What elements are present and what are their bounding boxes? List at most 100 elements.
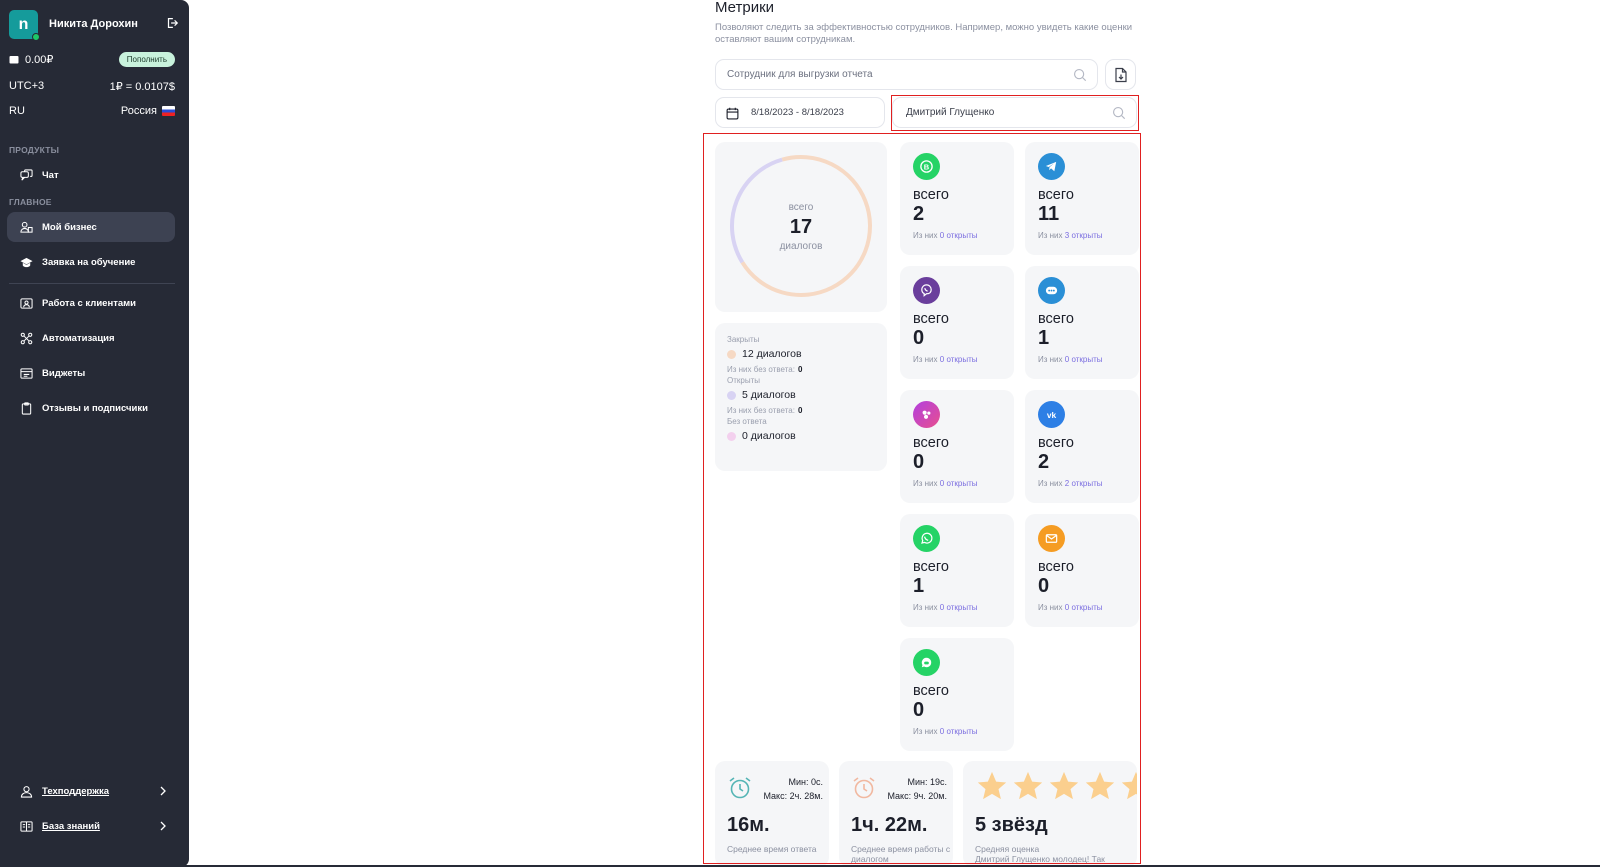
rating-caption: Средняя оценка Дмитрий Глущенко молодец! … <box>975 844 1135 867</box>
avg-dialog-time-card: Мин: 19с. Макс: 9ч. 20м. 1ч. 22м. Среднее… <box>839 761 953 867</box>
svg-text:В: В <box>924 162 930 171</box>
sidebar-item-label: Мой бизнес <box>42 221 97 233</box>
channel-open-link[interactable]: 3 открыты <box>1065 231 1103 240</box>
sidebar-item-reviews[interactable]: Отзывы и подписчики <box>7 393 175 423</box>
legend-closed-value: 12 диалогов <box>742 348 802 360</box>
legend-noreply-caption: Без ответа <box>727 417 767 426</box>
file-download-icon <box>1114 67 1127 82</box>
channel-card[interactable]: vk всего 2 Из них 2 открыты <box>1025 390 1139 503</box>
sidebar-item-support[interactable]: Техподдержка <box>7 776 175 806</box>
stat-min: Мин: 19с. <box>907 777 947 787</box>
channel-card[interactable]: всего 11 Из них 3 открыты <box>1025 142 1139 255</box>
channel-label: всего <box>1038 187 1074 203</box>
note-suffix: открыты <box>946 231 978 240</box>
channel-open-count: 0 <box>1064 355 1070 364</box>
book-icon <box>20 820 33 832</box>
channel-open-link[interactable]: 0 открыты <box>940 355 978 364</box>
language[interactable]: RU <box>9 105 25 117</box>
channel-open-link[interactable]: 0 открыты <box>940 727 978 736</box>
channel-label: всего <box>1038 559 1074 575</box>
employee-report-search-input[interactable]: Сотрудник для выгрузки отчета <box>715 59 1098 90</box>
channel-card[interactable]: всего 0 Из них 0 открыты <box>900 638 1014 751</box>
channel-note: Из них 0 открыты <box>913 355 1001 364</box>
channel-open-link[interactable]: 0 открыты <box>940 231 978 240</box>
sidebar-item-widgets[interactable]: Виджеты <box>7 358 175 388</box>
legend-closed-caption: Закрыты <box>727 335 760 344</box>
search-placeholder: Сотрудник для выгрузки отчета <box>727 69 873 80</box>
date-range-picker[interactable]: 8/18/2023 - 8/18/2023 <box>715 97 885 128</box>
donut-label-top: всего <box>788 202 814 213</box>
note-prefix: Из них <box>1038 603 1063 612</box>
page-title: Метрики <box>715 0 775 16</box>
alarm-clock-icon <box>729 777 751 799</box>
channel-card[interactable]: В всего 2 Из них 0 открыты <box>900 142 1014 255</box>
balance-row: 0.00₽ Пополнить <box>9 51 175 67</box>
main-section-label: ГЛАВНОЕ <box>9 197 52 207</box>
channel-open-link[interactable]: 0 открыты <box>940 479 978 488</box>
legend-open-row: 5 диалогов <box>727 387 875 403</box>
sidebar-item-clients[interactable]: Работа с клиентами <box>7 288 175 318</box>
channel-card[interactable]: всего 1 Из них 0 открыты <box>1025 266 1139 379</box>
employee-search-input[interactable]: Дмитрий Глущенко <box>892 97 1137 128</box>
channel-open-link[interactable]: 0 открыты <box>1065 603 1103 612</box>
dialogs-legend-card: Закрыты 12 диалогов Из них без ответа: 0 … <box>715 323 887 471</box>
note-prefix: Из них <box>1038 355 1063 364</box>
channel-note: Из них 0 открыты <box>913 727 1001 736</box>
rating-caption-text: Средняя оценка <box>975 844 1040 854</box>
employee-value: Дмитрий Глущенко <box>906 107 995 118</box>
donut-total: 17 <box>789 216 813 238</box>
logout-icon[interactable] <box>165 16 179 30</box>
sidebar-item-business[interactable]: Мой бизнес <box>7 212 175 242</box>
channel-card[interactable]: всего 0 Из них 0 открыты <box>1025 514 1139 627</box>
channel-label: всего <box>913 311 949 327</box>
country[interactable]: Россия <box>121 105 157 117</box>
sidebar: n Никита Дорохин 0.00₽ Пополнить UTC+3 1… <box>0 0 189 867</box>
clipboard-icon <box>21 401 32 415</box>
channel-total: 0 <box>1038 575 1050 597</box>
channel-open-link[interactable]: 0 открыты <box>940 603 978 612</box>
widget-window-icon <box>20 367 33 379</box>
channel-card[interactable]: всего 0 Из них 0 открыты <box>900 266 1014 379</box>
channel-note: Из них 0 открыты <box>1038 355 1126 364</box>
calendar-icon <box>726 107 739 120</box>
channel-card[interactable]: всего 0 Из них 0 открыты <box>900 390 1014 503</box>
stat-max: Макс: 2ч. 28м. <box>763 791 823 801</box>
sidebar-item-chat[interactable]: Чат <box>7 160 175 190</box>
stat-value: 16м. <box>727 814 770 836</box>
channel-open-link[interactable]: 0 открыты <box>1065 355 1103 364</box>
channel-card[interactable]: всего 1 Из них 0 открыты <box>900 514 1014 627</box>
stat-min-max: Мин: 0с. Макс: 2ч. 28м. <box>763 775 823 803</box>
timezone[interactable]: UTC+3 <box>9 80 44 92</box>
alarm-clock-icon <box>853 777 875 799</box>
viber-icon <box>913 277 940 304</box>
stat-value: 1ч. 22м. <box>851 814 928 836</box>
note-suffix: открыты <box>1071 231 1103 240</box>
channel-open-count: 0 <box>1064 603 1070 612</box>
sidebar-item-label: Заявка на обучение <box>42 256 136 268</box>
sidebar-item-label: База знаний <box>42 820 100 832</box>
channel-total: 0 <box>913 451 925 473</box>
channel-open-link[interactable]: 2 открыты <box>1065 479 1103 488</box>
channel-total: 0 <box>913 327 925 349</box>
automation-icon <box>20 332 33 344</box>
chevron-right-icon <box>160 786 166 796</box>
page-subtitle: Позволяют следить за эффективностью сотр… <box>715 22 1133 45</box>
star-icon <box>1085 771 1115 800</box>
sidebar-item-knowledge[interactable]: База знаний <box>7 811 175 841</box>
sidebar-item-training[interactable]: Заявка на обучение <box>7 247 175 277</box>
note-prefix: Из них <box>913 727 938 736</box>
channel-note: Из них 0 открыты <box>913 231 1001 240</box>
export-report-button[interactable] <box>1105 59 1136 90</box>
legend-closed-note: Из них без ответа: 0 <box>727 362 875 376</box>
note-prefix: Из них <box>913 479 938 488</box>
russia-flag-icon <box>162 106 175 116</box>
avatar[interactable]: n <box>9 10 40 41</box>
legend-closed-row: 12 диалогов <box>727 346 875 362</box>
online-status-dot <box>32 33 40 41</box>
stat-min: Мин: 0с. <box>788 777 823 787</box>
channel-open-count: 3 <box>1064 231 1070 240</box>
avg-rating-card: 5 звёзд Средняя оценка Дмитрий Глущенко м… <box>963 761 1137 867</box>
sidebar-item-label: Техподдержка <box>42 785 109 797</box>
topup-button[interactable]: Пополнить <box>118 51 175 67</box>
sidebar-item-automation[interactable]: Автоматизация <box>7 323 175 353</box>
